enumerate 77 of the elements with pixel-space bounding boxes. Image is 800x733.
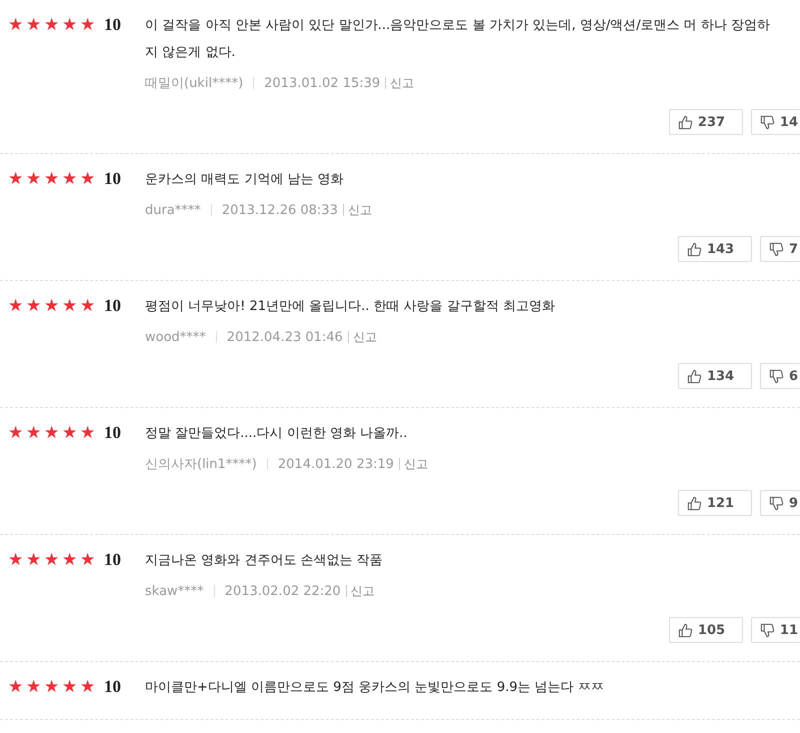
author-name: wood**** <box>145 330 206 344</box>
star-icon: ★ <box>44 295 62 317</box>
report-link[interactable]: 신고 <box>404 456 428 472</box>
star-icon: ★ <box>26 422 44 444</box>
star-icon: ★ <box>80 676 98 698</box>
author-name: skaw**** <box>145 584 204 598</box>
star-icon: ★ <box>26 168 44 190</box>
review-text: 운카스의 매력도 기억에 남는 영화 <box>145 171 345 189</box>
score: 10 <box>104 14 121 36</box>
star-icon: ★ <box>8 14 26 36</box>
star-icon: ★ <box>62 14 80 36</box>
star-icon: ★ <box>62 549 80 571</box>
star-icon: ★ <box>8 549 26 571</box>
thumbs-down-icon <box>768 242 784 256</box>
review-text: 지금나온 영화와 견주어도 손색없는 작품 <box>145 552 384 570</box>
review-text: 정말 잘만들었다....다시 이런한 영화 나올까.. <box>145 425 408 443</box>
thumbs-down-icon <box>760 622 775 638</box>
star-icon: ★ <box>62 295 80 317</box>
thumbs-up-icon <box>686 368 702 384</box>
star-icon: ★ <box>62 168 80 190</box>
report-link[interactable]: 신고 <box>352 328 377 346</box>
star-icon: ★ <box>44 168 62 190</box>
score: 10 <box>104 295 121 317</box>
thumbs-down-icon <box>760 114 775 130</box>
like-button[interactable]: 105 <box>668 617 743 643</box>
star-icon: ★ <box>80 549 98 571</box>
star-icon: ★ <box>62 676 80 698</box>
star-icon: ★ <box>26 676 44 698</box>
like-button[interactable]: 134 <box>678 363 752 389</box>
star-icon: ★ <box>44 422 62 444</box>
star-icon: ★ <box>44 14 62 36</box>
thumbs-up-icon <box>686 496 702 510</box>
like-button[interactable]: 143 <box>678 236 752 262</box>
thumbs-up-icon <box>678 114 693 130</box>
score: 10 <box>104 676 121 698</box>
author-name: 신의사자(lin1****) <box>145 456 257 473</box>
star-icon: ★ <box>8 422 26 444</box>
thumbs-down-icon <box>768 368 784 384</box>
star-icon: ★ <box>8 295 26 317</box>
score: 10 <box>104 422 121 444</box>
dislike-button[interactable]: 14 <box>750 109 800 135</box>
star-icon: ★ <box>80 295 98 317</box>
thumbs-up-icon <box>686 242 702 256</box>
author-name: dura**** <box>145 202 201 218</box>
review-text: 마이클만+다니엘 이름만으로도 9점 웅카스의 눈빛만으로도 9.9는 넘는다 ㅉㅉ <box>145 679 605 697</box>
star-icon: ★ <box>44 549 62 571</box>
star-icon: ★ <box>80 422 98 444</box>
review-date: 2013.02.02 22:20 <box>224 584 341 598</box>
dislike-button[interactable]: 6 <box>760 363 800 389</box>
review-text: 이 걸작을 아직 안본 사람이 있단 말인가...음악만으로도 볼 가치가 있는데, 영상/액션/로맨스 머 하나 장엄하지 않은게 없다. <box>145 17 770 62</box>
star-icon: ★ <box>8 168 26 190</box>
star-icon: ★ <box>26 295 44 317</box>
dislike-button[interactable]: 9 <box>760 490 800 516</box>
review-text: 평점이 너무낮아! 21년만에 올립니다.. 한때 사랑을 갈구할적 최고영화 <box>145 298 556 316</box>
thumbs-up-icon <box>678 622 693 638</box>
like-button[interactable]: 121 <box>678 490 752 516</box>
star-icon: ★ <box>44 676 62 698</box>
review-date: 2012.04.23 01:46 <box>226 330 343 344</box>
star-icon: ★ <box>26 14 44 36</box>
report-link[interactable]: 신고 <box>348 202 372 218</box>
score: 10 <box>104 549 121 571</box>
star-icon: ★ <box>26 549 44 571</box>
author-name: 때밀이(ukil****) <box>145 75 244 92</box>
review-date: 2013.01.02 15:39 <box>264 76 380 90</box>
star-icon: ★ <box>8 676 26 698</box>
star-icon: ★ <box>62 422 80 444</box>
score: 10 <box>104 168 121 190</box>
dislike-button[interactable]: 11 <box>750 617 800 643</box>
like-button[interactable]: 237 <box>668 109 743 135</box>
thumbs-down-icon <box>768 496 784 510</box>
star-icon: ★ <box>80 168 98 190</box>
star-icon: ★ <box>80 14 98 36</box>
review-date: 2013.12.26 08:33 <box>222 202 338 218</box>
review-date: 2014.01.20 23:19 <box>278 456 394 472</box>
report-link[interactable]: 신고 <box>390 74 414 92</box>
dislike-button[interactable]: 7 <box>760 236 800 262</box>
report-link[interactable]: 신고 <box>350 582 375 600</box>
